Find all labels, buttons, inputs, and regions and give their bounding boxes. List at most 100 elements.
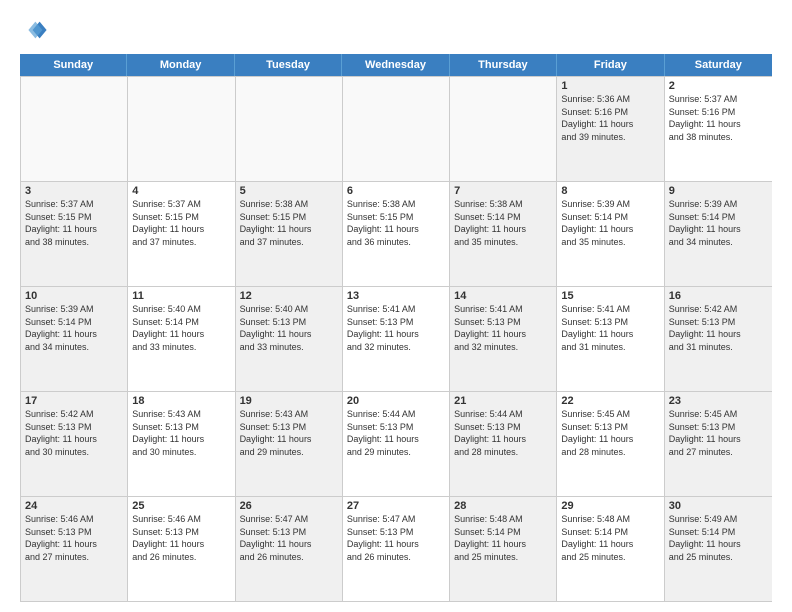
calendar-cell: 2Sunrise: 5:37 AM Sunset: 5:16 PM Daylig… — [665, 77, 772, 181]
day-info: Sunrise: 5:36 AM Sunset: 5:16 PM Dayligh… — [561, 93, 659, 143]
day-number: 4 — [132, 185, 230, 197]
day-number: 16 — [669, 290, 768, 302]
day-number: 5 — [240, 185, 338, 197]
day-info: Sunrise: 5:40 AM Sunset: 5:13 PM Dayligh… — [240, 303, 338, 353]
day-number: 3 — [25, 185, 123, 197]
calendar-header: SundayMondayTuesdayWednesdayThursdayFrid… — [20, 54, 772, 76]
logo — [20, 16, 52, 44]
day-info: Sunrise: 5:43 AM Sunset: 5:13 PM Dayligh… — [240, 408, 338, 458]
calendar-row-4: 17Sunrise: 5:42 AM Sunset: 5:13 PM Dayli… — [21, 391, 772, 496]
calendar-cell: 13Sunrise: 5:41 AM Sunset: 5:13 PM Dayli… — [343, 287, 450, 391]
header-day-sunday: Sunday — [20, 54, 127, 76]
calendar-cell: 14Sunrise: 5:41 AM Sunset: 5:13 PM Dayli… — [450, 287, 557, 391]
day-info: Sunrise: 5:39 AM Sunset: 5:14 PM Dayligh… — [561, 198, 659, 248]
day-number: 11 — [132, 290, 230, 302]
calendar: SundayMondayTuesdayWednesdayThursdayFrid… — [20, 54, 772, 602]
calendar-cell: 12Sunrise: 5:40 AM Sunset: 5:13 PM Dayli… — [236, 287, 343, 391]
day-number: 14 — [454, 290, 552, 302]
calendar-cell: 25Sunrise: 5:46 AM Sunset: 5:13 PM Dayli… — [128, 497, 235, 601]
day-info: Sunrise: 5:46 AM Sunset: 5:13 PM Dayligh… — [25, 513, 123, 563]
day-number: 21 — [454, 395, 552, 407]
calendar-cell: 11Sunrise: 5:40 AM Sunset: 5:14 PM Dayli… — [128, 287, 235, 391]
day-info: Sunrise: 5:48 AM Sunset: 5:14 PM Dayligh… — [561, 513, 659, 563]
day-number: 12 — [240, 290, 338, 302]
calendar-cell — [236, 77, 343, 181]
calendar-cell: 30Sunrise: 5:49 AM Sunset: 5:14 PM Dayli… — [665, 497, 772, 601]
calendar-cell: 1Sunrise: 5:36 AM Sunset: 5:16 PM Daylig… — [557, 77, 664, 181]
day-number: 27 — [347, 500, 445, 512]
calendar-cell: 3Sunrise: 5:37 AM Sunset: 5:15 PM Daylig… — [21, 182, 128, 286]
day-number: 23 — [669, 395, 768, 407]
day-info: Sunrise: 5:42 AM Sunset: 5:13 PM Dayligh… — [25, 408, 123, 458]
day-info: Sunrise: 5:38 AM Sunset: 5:15 PM Dayligh… — [347, 198, 445, 248]
calendar-cell — [343, 77, 450, 181]
calendar-cell — [128, 77, 235, 181]
calendar-cell: 22Sunrise: 5:45 AM Sunset: 5:13 PM Dayli… — [557, 392, 664, 496]
day-info: Sunrise: 5:37 AM Sunset: 5:16 PM Dayligh… — [669, 93, 768, 143]
day-info: Sunrise: 5:41 AM Sunset: 5:13 PM Dayligh… — [561, 303, 659, 353]
day-number: 19 — [240, 395, 338, 407]
day-info: Sunrise: 5:47 AM Sunset: 5:13 PM Dayligh… — [347, 513, 445, 563]
calendar-cell: 7Sunrise: 5:38 AM Sunset: 5:14 PM Daylig… — [450, 182, 557, 286]
day-number: 26 — [240, 500, 338, 512]
day-number: 2 — [669, 80, 768, 92]
calendar-cell: 18Sunrise: 5:43 AM Sunset: 5:13 PM Dayli… — [128, 392, 235, 496]
calendar-cell: 5Sunrise: 5:38 AM Sunset: 5:15 PM Daylig… — [236, 182, 343, 286]
day-info: Sunrise: 5:37 AM Sunset: 5:15 PM Dayligh… — [132, 198, 230, 248]
calendar-cell: 21Sunrise: 5:44 AM Sunset: 5:13 PM Dayli… — [450, 392, 557, 496]
day-info: Sunrise: 5:41 AM Sunset: 5:13 PM Dayligh… — [347, 303, 445, 353]
day-number: 24 — [25, 500, 123, 512]
calendar-cell: 4Sunrise: 5:37 AM Sunset: 5:15 PM Daylig… — [128, 182, 235, 286]
day-number: 13 — [347, 290, 445, 302]
calendar-cell: 17Sunrise: 5:42 AM Sunset: 5:13 PM Dayli… — [21, 392, 128, 496]
calendar-cell — [21, 77, 128, 181]
day-info: Sunrise: 5:45 AM Sunset: 5:13 PM Dayligh… — [561, 408, 659, 458]
calendar-cell: 19Sunrise: 5:43 AM Sunset: 5:13 PM Dayli… — [236, 392, 343, 496]
calendar-cell: 6Sunrise: 5:38 AM Sunset: 5:15 PM Daylig… — [343, 182, 450, 286]
day-info: Sunrise: 5:41 AM Sunset: 5:13 PM Dayligh… — [454, 303, 552, 353]
day-info: Sunrise: 5:47 AM Sunset: 5:13 PM Dayligh… — [240, 513, 338, 563]
calendar-row-5: 24Sunrise: 5:46 AM Sunset: 5:13 PM Dayli… — [21, 496, 772, 601]
day-number: 29 — [561, 500, 659, 512]
day-info: Sunrise: 5:37 AM Sunset: 5:15 PM Dayligh… — [25, 198, 123, 248]
header-day-tuesday: Tuesday — [235, 54, 342, 76]
day-number: 8 — [561, 185, 659, 197]
calendar-cell: 8Sunrise: 5:39 AM Sunset: 5:14 PM Daylig… — [557, 182, 664, 286]
calendar-cell: 27Sunrise: 5:47 AM Sunset: 5:13 PM Dayli… — [343, 497, 450, 601]
day-number: 15 — [561, 290, 659, 302]
day-number: 10 — [25, 290, 123, 302]
calendar-cell: 28Sunrise: 5:48 AM Sunset: 5:14 PM Dayli… — [450, 497, 557, 601]
calendar-cell — [450, 77, 557, 181]
header-day-thursday: Thursday — [450, 54, 557, 76]
calendar-cell: 20Sunrise: 5:44 AM Sunset: 5:13 PM Dayli… — [343, 392, 450, 496]
day-number: 17 — [25, 395, 123, 407]
day-info: Sunrise: 5:39 AM Sunset: 5:14 PM Dayligh… — [669, 198, 768, 248]
day-number: 7 — [454, 185, 552, 197]
calendar-row-3: 10Sunrise: 5:39 AM Sunset: 5:14 PM Dayli… — [21, 286, 772, 391]
calendar-cell: 23Sunrise: 5:45 AM Sunset: 5:13 PM Dayli… — [665, 392, 772, 496]
day-info: Sunrise: 5:40 AM Sunset: 5:14 PM Dayligh… — [132, 303, 230, 353]
day-info: Sunrise: 5:46 AM Sunset: 5:13 PM Dayligh… — [132, 513, 230, 563]
day-number: 6 — [347, 185, 445, 197]
header — [20, 16, 772, 44]
day-info: Sunrise: 5:43 AM Sunset: 5:13 PM Dayligh… — [132, 408, 230, 458]
day-number: 18 — [132, 395, 230, 407]
calendar-cell: 29Sunrise: 5:48 AM Sunset: 5:14 PM Dayli… — [557, 497, 664, 601]
logo-icon — [20, 16, 48, 44]
calendar-row-2: 3Sunrise: 5:37 AM Sunset: 5:15 PM Daylig… — [21, 181, 772, 286]
calendar-cell: 24Sunrise: 5:46 AM Sunset: 5:13 PM Dayli… — [21, 497, 128, 601]
calendar-body: 1Sunrise: 5:36 AM Sunset: 5:16 PM Daylig… — [20, 76, 772, 602]
calendar-cell: 10Sunrise: 5:39 AM Sunset: 5:14 PM Dayli… — [21, 287, 128, 391]
day-info: Sunrise: 5:42 AM Sunset: 5:13 PM Dayligh… — [669, 303, 768, 353]
calendar-cell: 26Sunrise: 5:47 AM Sunset: 5:13 PM Dayli… — [236, 497, 343, 601]
day-number: 22 — [561, 395, 659, 407]
calendar-row-1: 1Sunrise: 5:36 AM Sunset: 5:16 PM Daylig… — [21, 76, 772, 181]
calendar-cell: 16Sunrise: 5:42 AM Sunset: 5:13 PM Dayli… — [665, 287, 772, 391]
day-number: 25 — [132, 500, 230, 512]
page: SundayMondayTuesdayWednesdayThursdayFrid… — [0, 0, 792, 612]
day-number: 9 — [669, 185, 768, 197]
header-day-friday: Friday — [557, 54, 664, 76]
day-number: 20 — [347, 395, 445, 407]
day-number: 30 — [669, 500, 768, 512]
day-info: Sunrise: 5:44 AM Sunset: 5:13 PM Dayligh… — [454, 408, 552, 458]
